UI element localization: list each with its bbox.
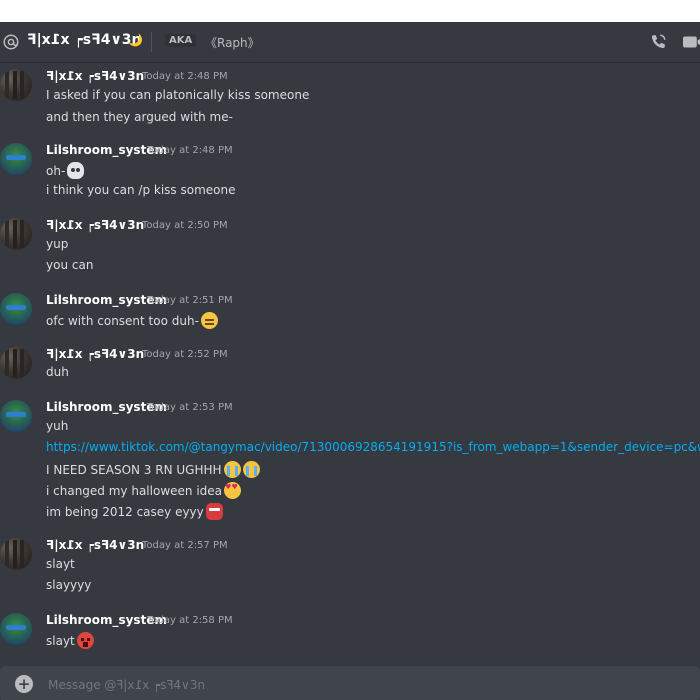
message-text: ofc with consent too duh-	[46, 314, 199, 328]
message-text: oh-	[46, 164, 66, 178]
timestamp: Today at 2:48 PM	[142, 71, 228, 82]
avatar[interactable]	[0, 400, 32, 432]
timestamp: Today at 2:51 PM	[147, 295, 233, 306]
avatar[interactable]	[0, 69, 32, 101]
channel-header: ꟻ|x߁x ┍sꟻ4∨3n 🌙 AKA 《Raph》	[0, 22, 700, 62]
message-text: yup	[46, 237, 69, 251]
avatar[interactable]	[0, 143, 32, 175]
message-line: slayt	[46, 632, 94, 649]
username[interactable]: ꟻ|x߁x ┍sꟻ4∨3n	[46, 347, 144, 361]
angry-emoji-icon	[76, 632, 94, 649]
crying-emoji-icon	[223, 461, 241, 478]
message-text: yuh	[46, 419, 69, 433]
timestamp: Today at 2:48 PM	[147, 145, 233, 156]
timestamp: Today at 2:53 PM	[147, 402, 233, 413]
avatar[interactable]	[0, 613, 32, 645]
message-link[interactable]: https://www.tiktok.com/@tangymac/video/7…	[46, 440, 700, 454]
message-text: you can	[46, 258, 94, 272]
message-text: and then they argued with me-	[46, 110, 233, 124]
status-emoji: 🌙	[128, 33, 143, 47]
message-text: duh	[46, 365, 69, 379]
message-list: ꟻ|x߁x ┍sꟻ4∨3n Today at 2:48 PM I asked i…	[0, 62, 700, 662]
message-line: I NEED SEASON 3 RN UGHHH	[46, 461, 260, 478]
message-text: slayyyy	[46, 578, 92, 592]
message-text: I NEED SEASON 3 RN UGHHH	[46, 463, 222, 477]
message-composer: +	[0, 666, 700, 700]
aka-badge: AKA	[165, 34, 197, 47]
timestamp: Today at 2:58 PM	[147, 615, 233, 626]
timestamp: Today at 2:57 PM	[142, 540, 228, 551]
goblin-emoji-icon	[205, 503, 223, 520]
avatar[interactable]	[0, 293, 32, 325]
username[interactable]: ꟻ|x߁x ┍sꟻ4∨3n	[46, 538, 144, 552]
message-text: i think you can /p kiss someone	[46, 183, 236, 197]
video-icon[interactable]	[683, 34, 700, 50]
timestamp: Today at 2:52 PM	[142, 349, 228, 360]
message-line: oh-	[46, 162, 85, 179]
message-line: im being 2012 casey eyyy	[46, 503, 223, 520]
dm-window: ꟻ|x߁x ┍sꟻ4∨3n 🌙 AKA 《Raph》 ꟻ|x߁x ┍sꟻ4∨3n…	[0, 22, 700, 700]
username[interactable]: ꟻ|x߁x ┍sꟻ4∨3n	[46, 218, 144, 232]
unamused-emoji-icon	[200, 312, 218, 329]
aka-name: 《Raph》	[205, 36, 260, 50]
heart-eyes-emoji-icon	[224, 482, 242, 499]
attach-plus-icon[interactable]: +	[15, 675, 33, 693]
message-input[interactable]	[46, 672, 690, 698]
skull-emoji-icon	[67, 162, 85, 179]
message-text: im being 2012 casey eyyy	[46, 505, 204, 519]
channel-name: ꟻ|x߁x ┍sꟻ4∨3n	[27, 32, 142, 48]
username[interactable]: ꟻ|x߁x ┍sꟻ4∨3n	[46, 69, 144, 83]
message-text: I asked if you can platonically kiss som…	[46, 88, 310, 102]
message-text: slayt	[46, 557, 75, 571]
timestamp: Today at 2:50 PM	[142, 220, 228, 231]
message-text: i changed my halloween idea	[46, 484, 223, 498]
avatar[interactable]	[0, 538, 32, 570]
message-text: slayt	[46, 634, 75, 648]
header-divider	[151, 32, 152, 52]
avatar[interactable]	[0, 218, 32, 250]
message-line: i changed my halloween idea	[46, 482, 242, 499]
message-line: ofc with consent too duh-	[46, 312, 218, 329]
call-icon[interactable]	[649, 33, 667, 51]
at-sign-icon	[3, 34, 19, 50]
crying-emoji-icon	[242, 461, 260, 478]
avatar[interactable]	[0, 347, 32, 379]
